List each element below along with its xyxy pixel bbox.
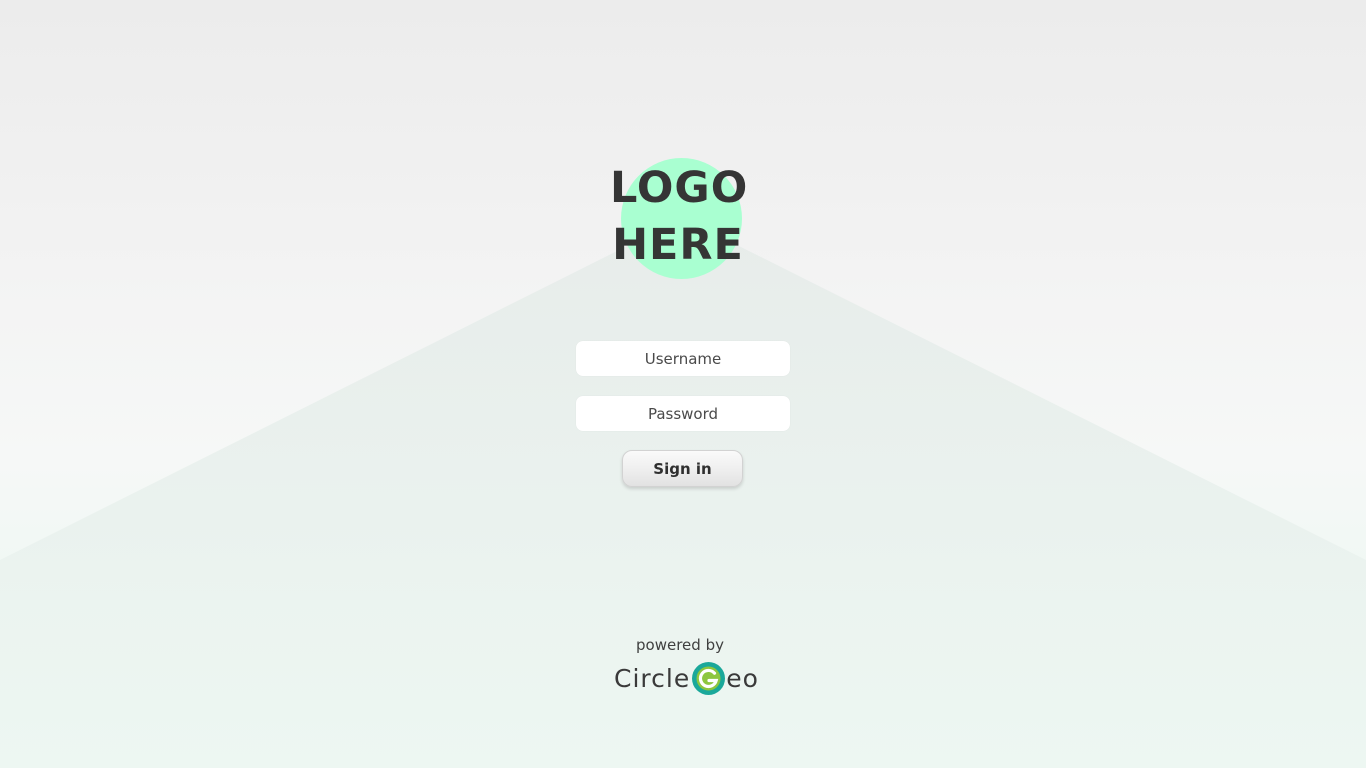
logo-line-2: HERE: [612, 220, 744, 270]
password-input[interactable]: [576, 396, 790, 431]
logo-line-1: LOGO: [610, 163, 749, 213]
brand-prefix: Circle: [614, 663, 691, 693]
logo-text: LOGO HERE: [610, 160, 749, 274]
brand-suffix: eo: [726, 663, 759, 693]
sign-in-button[interactable]: Sign in: [622, 450, 743, 487]
logo: LOGO HERE: [610, 155, 750, 285]
username-input[interactable]: [576, 341, 790, 376]
circlegeo-logo: Circle eo: [614, 660, 759, 696]
circlegeo-g-icon: [692, 661, 726, 695]
powered-by-label: powered by: [636, 636, 724, 654]
